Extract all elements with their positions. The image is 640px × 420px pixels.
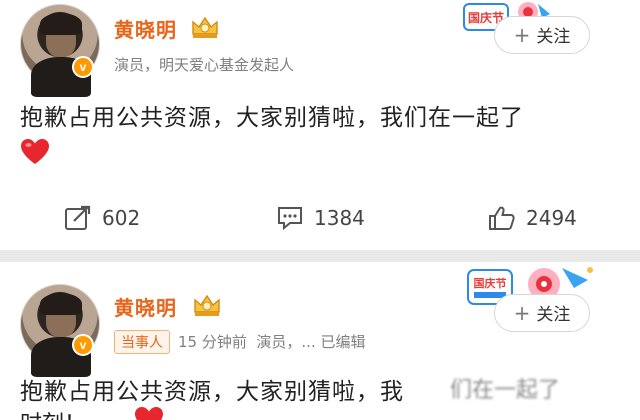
follow-button[interactable]: + 关注 (494, 16, 590, 54)
thumbs-up-icon (489, 206, 515, 230)
post-meta: 当事人 15 分钟前 演员，... 已编辑 (114, 330, 365, 354)
post-content: 抱歉占用公共资源，大家别猜啦，我们在一起了 (20, 105, 524, 131)
verified-badge-icon: v (72, 56, 94, 78)
user-description: 演员，明天爱心基金发起人 (114, 56, 295, 74)
participant-tag: 当事人 (114, 330, 170, 354)
crown-icon (192, 16, 218, 38)
post-card: 国庆节 v 黄晓明 当事人 15 分钟前 演员，... 已编辑 + 关注 抱歉占用公… (0, 262, 640, 420)
follow-label: 关注 (536, 27, 571, 47)
user-description: 演员，... 已编辑 (256, 333, 366, 351)
verified-badge-icon: v (72, 334, 94, 356)
repost-icon (65, 205, 91, 230)
comment-button[interactable]: 1384 (276, 196, 365, 240)
like-button[interactable]: 2494 (488, 196, 577, 240)
crown-icon (194, 294, 220, 316)
follow-button[interactable]: + 关注 (494, 294, 590, 332)
action-bar: 602 1384 2494 (0, 196, 640, 240)
username[interactable]: 黄晓明 (114, 14, 177, 43)
plus-icon: + (513, 301, 531, 325)
plus-icon: + (513, 23, 531, 47)
comment-icon (278, 207, 302, 231)
red-heart-emoji-icon (135, 407, 163, 420)
post-content: 抱歉占用公共资源，大家别猜啦，我 (20, 379, 404, 405)
sticker-text: 国庆节 (474, 276, 507, 290)
follow-label: 关注 (536, 305, 571, 325)
post-card: v 黄晓明 演员，明天爱心基金发起人 国庆节 + 关注 抱歉占用公共资源，大家别猜… (0, 0, 640, 250)
blurred-content: 们在一起了 (450, 378, 561, 403)
repost-count: 602 (102, 206, 141, 230)
avatar-hair (40, 293, 82, 315)
username[interactable]: 黄晓明 (114, 292, 177, 321)
like-count: 2494 (526, 206, 577, 230)
avatar-hair (40, 13, 82, 35)
repost-button[interactable]: 602 (64, 196, 140, 240)
comment-count: 1384 (314, 206, 365, 230)
post-time: 15 分钟前 (178, 333, 247, 351)
red-heart-emoji-icon (21, 139, 49, 164)
post-content-line2: 时刻！ (20, 406, 86, 420)
